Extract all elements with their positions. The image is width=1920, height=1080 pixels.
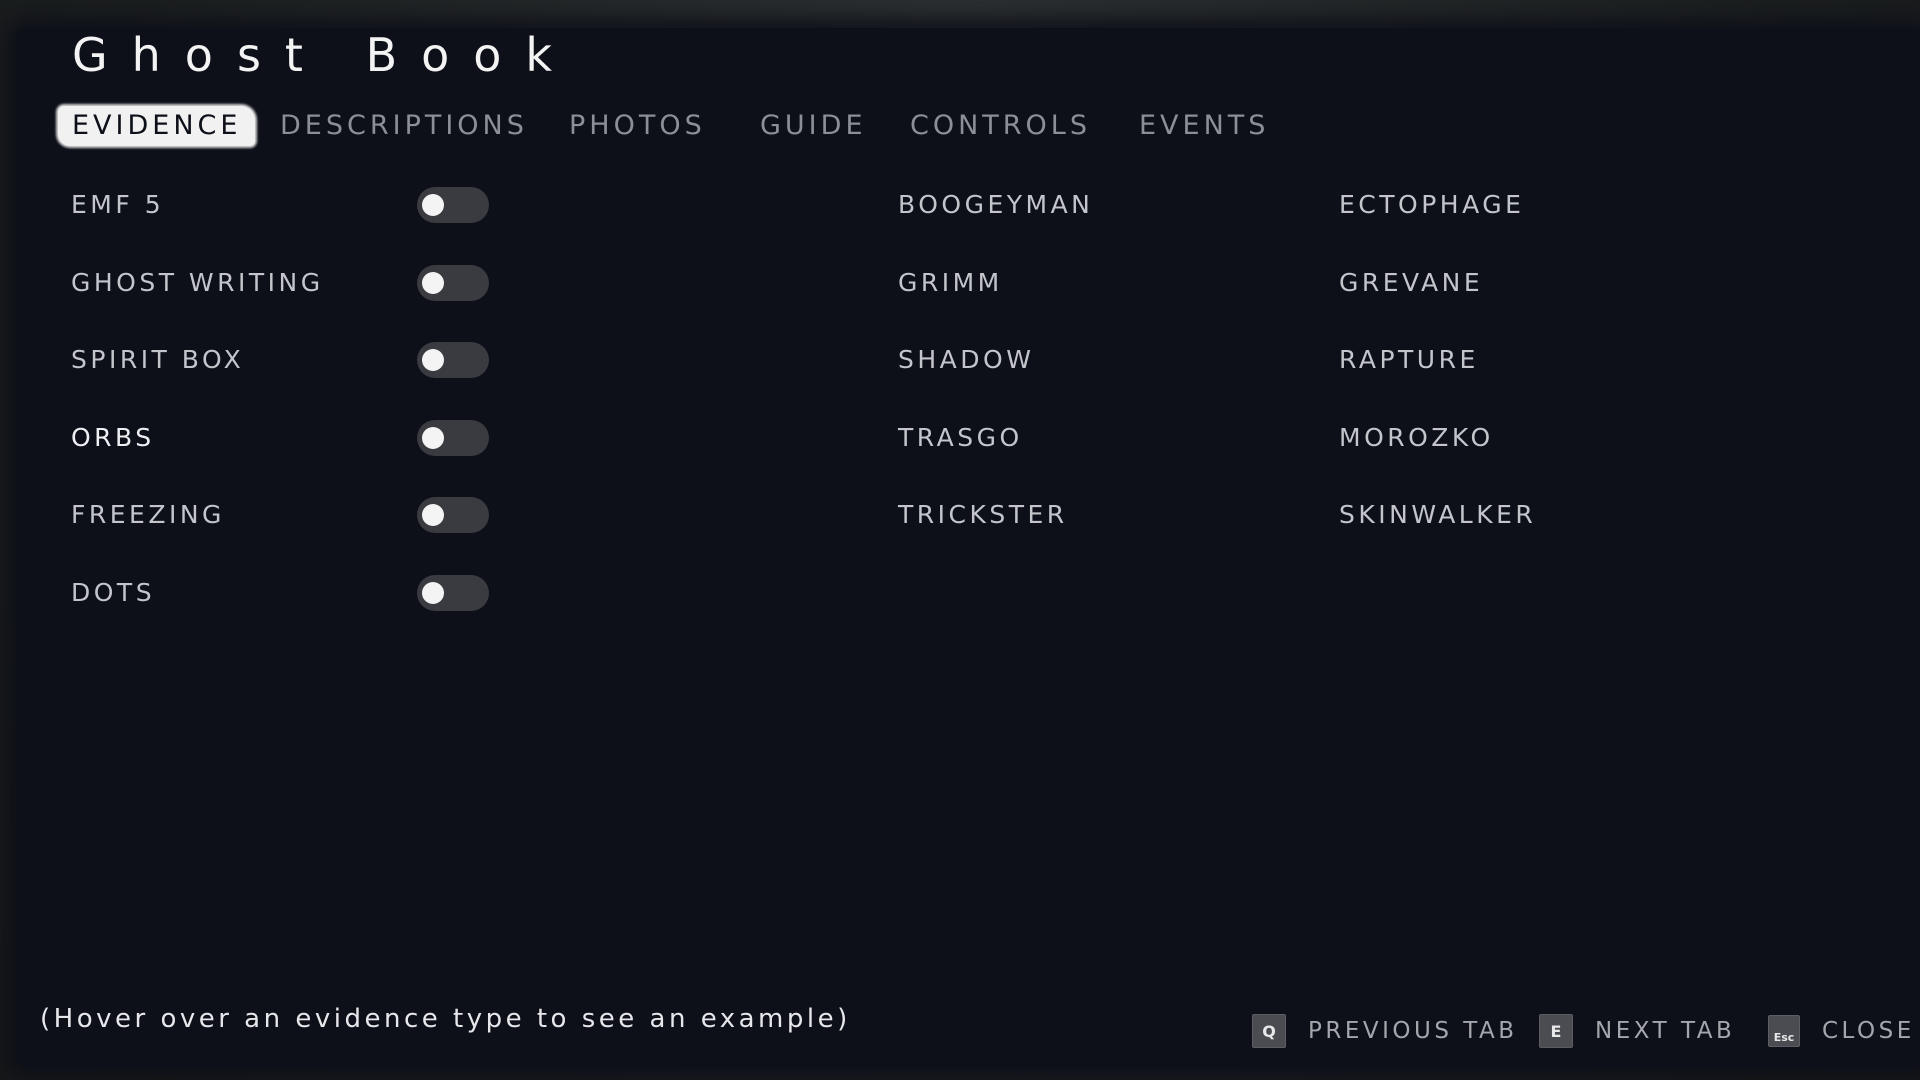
hover-hint: (Hover over an evidence type to see an e…	[40, 1004, 851, 1034]
tab-descriptions[interactable]: DESCRIPTIONS	[280, 106, 528, 146]
toggle-knob	[422, 272, 444, 294]
e-key-icon: E	[1539, 1014, 1573, 1048]
ghost-trasgo[interactable]: TRASGO	[898, 418, 1023, 458]
tab-controls[interactable]: CONTROLS	[910, 106, 1091, 146]
evidence-toggle-freezing[interactable]	[417, 497, 489, 533]
toggle-knob	[422, 582, 444, 604]
toggle-knob	[422, 194, 444, 216]
evidence-toggle-dots[interactable]	[417, 575, 489, 611]
evidence-row-orbs[interactable]: ORBS	[71, 418, 491, 458]
evidence-label: SPIRIT BOX	[71, 345, 245, 374]
ghost-shadow[interactable]: SHADOW	[898, 340, 1034, 380]
ghost-book-panel	[16, 28, 1920, 1068]
page-title: Ghost Book	[72, 28, 577, 82]
evidence-row-freezing[interactable]: FREEZING	[71, 495, 491, 535]
toggle-knob	[422, 349, 444, 371]
toggle-knob	[422, 427, 444, 449]
evidence-toggle-orbs[interactable]	[417, 420, 489, 456]
evidence-toggle-spirit-box[interactable]	[417, 342, 489, 378]
ghost-morozko[interactable]: MOROZKO	[1339, 418, 1494, 458]
tab-evidence[interactable]: EVIDENCE	[58, 106, 256, 146]
close-button[interactable]: Esc CLOSE	[1768, 1013, 1915, 1049]
evidence-row-ghost-writing[interactable]: GHOST WRITING	[71, 263, 491, 303]
previous-tab-button[interactable]: Q PREVIOUS TAB	[1252, 1013, 1518, 1049]
ghost-grevane[interactable]: GREVANE	[1339, 263, 1483, 303]
ghost-rapture[interactable]: RAPTURE	[1339, 340, 1479, 380]
evidence-row-spirit-box[interactable]: SPIRIT BOX	[71, 340, 491, 380]
next-tab-button[interactable]: E NEXT TAB	[1539, 1013, 1735, 1049]
evidence-row-emf[interactable]: EMF 5	[71, 185, 491, 225]
ghost-ectophage[interactable]: ECTOPHAGE	[1339, 185, 1524, 225]
evidence-label: FREEZING	[71, 500, 225, 529]
evidence-toggle-ghost-writing[interactable]	[417, 265, 489, 301]
evidence-toggle-emf[interactable]	[417, 187, 489, 223]
close-label: CLOSE	[1822, 1018, 1915, 1044]
ghost-skinwalker[interactable]: SKINWALKER	[1339, 495, 1536, 535]
next-tab-label: NEXT TAB	[1595, 1018, 1736, 1044]
previous-tab-label: PREVIOUS TAB	[1308, 1018, 1518, 1044]
ghost-trickster[interactable]: TRICKSTER	[898, 495, 1068, 535]
ghost-grimm[interactable]: GRIMM	[898, 263, 1003, 303]
evidence-label: GHOST WRITING	[71, 268, 324, 297]
q-key-icon: Q	[1252, 1014, 1286, 1048]
ghost-boogeyman[interactable]: BOOGEYMAN	[898, 185, 1093, 225]
toggle-knob	[422, 504, 444, 526]
evidence-label: ORBS	[71, 423, 155, 452]
evidence-label: DOTS	[71, 578, 156, 607]
tab-events[interactable]: EVENTS	[1139, 106, 1269, 146]
evidence-label: EMF 5	[71, 190, 165, 219]
background-frame: Ghost Book EVIDENCE DESCRIPTIONS PHOTOS …	[0, 0, 1920, 1080]
tab-guide[interactable]: GUIDE	[760, 106, 867, 146]
evidence-row-dots[interactable]: DOTS	[71, 573, 491, 613]
tab-photos[interactable]: PHOTOS	[569, 106, 706, 146]
esc-key-icon: Esc	[1768, 1015, 1800, 1047]
